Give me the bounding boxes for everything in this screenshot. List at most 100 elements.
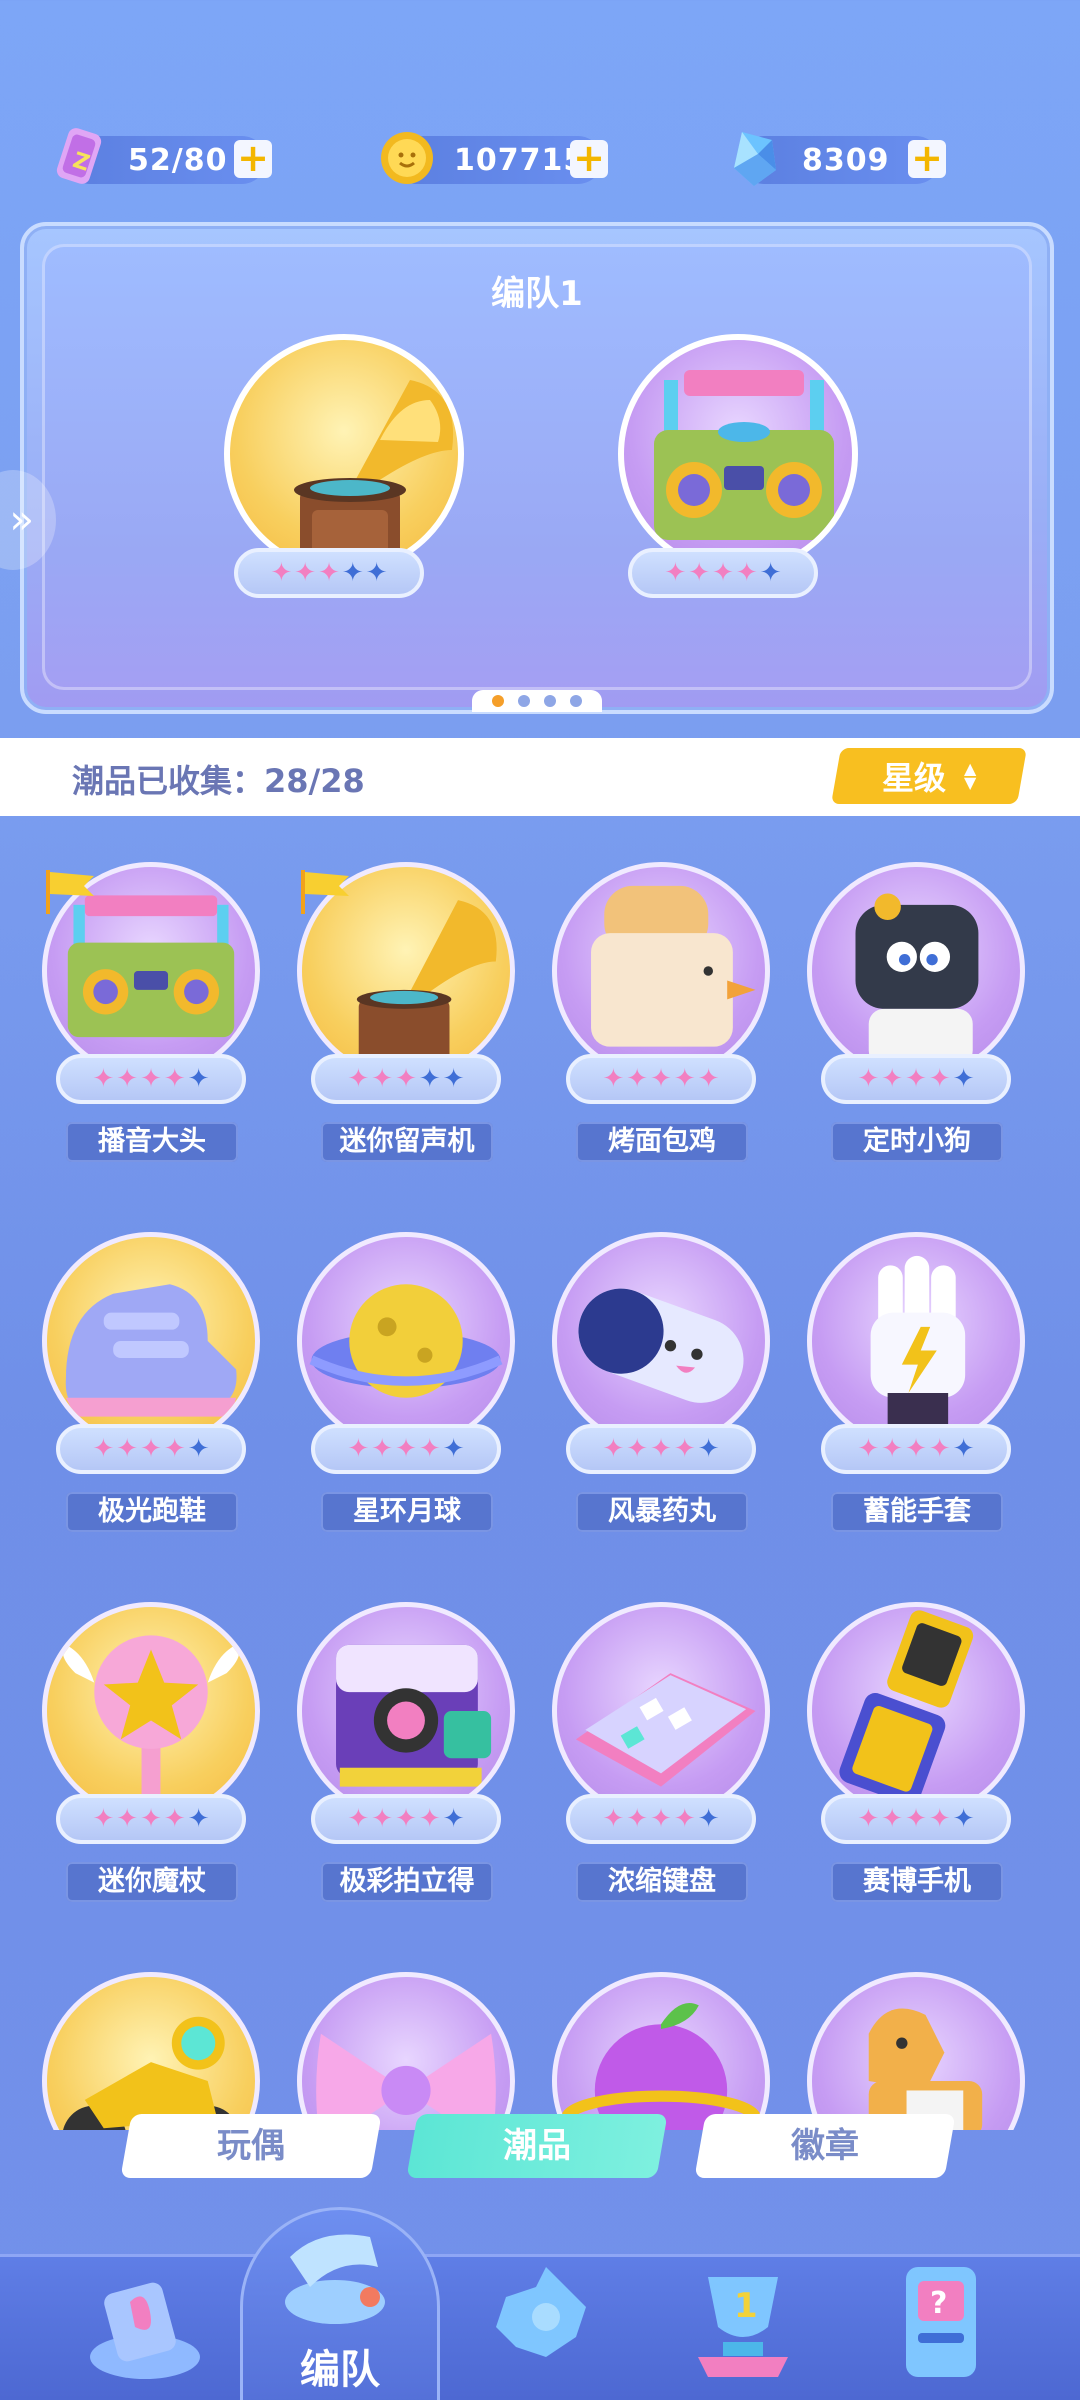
star-pink-icon: ✦: [881, 1804, 904, 1834]
item-stars: ✦ ✦ ✦ ✦ ✦: [821, 1424, 1011, 1474]
star-pink-icon: ✦: [650, 1064, 672, 1094]
tab-badges[interactable]: 徽章: [694, 2114, 956, 2178]
collection-item[interactable]: ✦ ✦ ✦ ✦ ✦ 烤面包鸡: [540, 856, 770, 1162]
star-pink-icon: ✦: [140, 1434, 162, 1464]
item-name: 播音大头: [66, 1122, 238, 1162]
collection-item[interactable]: ✦ ✦ ✦ ✦ ✦ 赛博手机: [795, 1596, 1025, 1902]
add-coins-button[interactable]: +: [570, 139, 608, 178]
collection-grid: ✦ ✦ ✦ ✦ ✦ 播音大头 ✦ ✦ ✦ ✦ ✦ 迷你留声机 ✦ ✦ ✦ ✦ ✦ 烤面包鸡 ✦ ✦ ✦ ✦ ✦ 定时小狗…: [0, 850, 1080, 2130]
gem-counter[interactable]: 8309 +: [734, 132, 946, 186]
item-stars: ✦ ✦ ✦ ✦ ✦: [566, 1794, 756, 1844]
item-stars: ✦ ✦ ✦ ✦ ✦: [56, 1424, 246, 1474]
collection-item[interactable]: ✦ ✦ ✦ ✦ ✦ 极光跑鞋: [30, 1226, 260, 1532]
star-pink-icon: ✦: [905, 1804, 927, 1834]
star-blue-icon: ✦: [187, 1434, 210, 1464]
star-pink-icon: ✦: [395, 1804, 417, 1834]
trophy-icon: 1: [698, 2277, 788, 2377]
star-pink-icon: ✦: [163, 1064, 186, 1094]
collection-item[interactable]: ✦ ✦ ✦ ✦ ✦ 星环月球: [285, 1226, 515, 1532]
star-pink-icon: ✦: [371, 1434, 394, 1464]
bottom-nav: 编队 1 ?: [0, 2207, 1080, 2400]
item-stars: ✦ ✦ ✦ ✦ ✦: [821, 1794, 1011, 1844]
star-pink-icon: ✦: [318, 558, 340, 588]
tab-dolls[interactable]: 玩偶: [120, 2114, 382, 2178]
star-blue-icon: ✦: [187, 1064, 210, 1094]
item-name: 风暴药丸: [576, 1492, 748, 1532]
star-pink-icon: ✦: [650, 1434, 672, 1464]
star-pink-icon: ✦: [347, 1804, 370, 1834]
nav-puzzle[interactable]: [466, 2247, 616, 2397]
item-name: 极彩拍立得: [321, 1862, 493, 1902]
nav-team[interactable]: [260, 2197, 410, 2347]
collection-item[interactable]: ✦ ✦ ✦ ✦ ✦ 蓄能手套: [795, 1226, 1025, 1532]
magic-wand-icon: [62, 1635, 240, 1806]
star-blue-icon: ✦: [759, 558, 782, 588]
gold-coin-icon: [381, 132, 433, 184]
collection-item[interactable]: ✦ ✦ ✦ ✦ ✦ 浓缩键盘: [540, 1596, 770, 1902]
star-pink-icon: ✦: [602, 1064, 625, 1094]
collection-item[interactable]: ✦ ✦ ✦ ✦ ✦ 迷你魔杖: [30, 1596, 260, 1902]
nav-active-label: 编队: [300, 2347, 380, 2393]
star-pink-icon: ✦: [928, 1064, 951, 1094]
tab-trendy-items[interactable]: 潮品: [406, 2114, 668, 2178]
star-pink-icon: ✦: [270, 558, 293, 588]
tab-badges-label: 徽章: [791, 2126, 859, 2166]
sort-label: 星级: [881, 759, 946, 797]
item-portrait: [42, 1602, 260, 1820]
item-name: 定时小狗: [831, 1122, 1003, 1162]
star-pink-icon: ✦: [928, 1434, 951, 1464]
star-pink-icon: ✦: [140, 1064, 162, 1094]
team-slot-2[interactable]: ✦ ✦ ✦ ✦ ✦: [618, 334, 858, 598]
star-pink-icon: ✦: [905, 1434, 927, 1464]
item-stars: ✦ ✦ ✦ ✦ ✦: [566, 1054, 756, 1104]
star-pink-icon: ✦: [116, 1064, 139, 1094]
boombox-icon: [654, 370, 834, 540]
new-flag-icon: [301, 870, 349, 914]
pager-dot[interactable]: [544, 695, 556, 707]
energy-counter[interactable]: Z 52/80 +: [56, 128, 272, 184]
collection-item[interactable]: ✦ ✦ ✦ ✦ ✦ 极彩拍立得: [285, 1596, 515, 1902]
add-energy-button[interactable]: +: [234, 139, 272, 178]
star-pink-icon: ✦: [92, 1804, 115, 1834]
pager-dot-active[interactable]: [492, 695, 504, 707]
star-pink-icon: ✦: [626, 1434, 649, 1464]
team-pager[interactable]: [472, 690, 602, 712]
team-slot-1[interactable]: ✦ ✦ ✦ ✦ ✦: [224, 334, 464, 598]
sort-button[interactable]: 星级 ▲ ▼: [831, 748, 1027, 804]
item-portrait: [297, 1232, 515, 1450]
coin-counter[interactable]: 107715 +: [381, 132, 608, 184]
star-pink-icon: ✦: [664, 558, 687, 588]
pager-dot[interactable]: [518, 695, 530, 707]
nav-ticket[interactable]: [70, 2247, 220, 2397]
star-pink-icon: ✦: [673, 1064, 696, 1094]
star-blue-icon: ✦: [442, 1804, 465, 1834]
collection-item[interactable]: ✦ ✦ ✦ ✦ ✦ 定时小狗: [795, 856, 1025, 1162]
star-pink-icon: ✦: [602, 1804, 625, 1834]
item-portrait: [807, 1232, 1025, 1450]
nav-mystery[interactable]: ?: [866, 2247, 1016, 2397]
star-pink-icon: ✦: [163, 1434, 186, 1464]
star-pink-icon: ✦: [697, 1064, 720, 1094]
star-pink-icon: ✦: [92, 1064, 115, 1094]
collection-item[interactable]: ✦ ✦ ✦ ✦ ✦ 迷你留声机: [285, 856, 515, 1162]
star-pink-icon: ✦: [735, 558, 758, 588]
pager-dot[interactable]: [570, 695, 582, 707]
item-name: 星环月球: [321, 1492, 493, 1532]
toaster-chicken-icon: [591, 885, 756, 1047]
nav-trophy[interactable]: 1: [668, 2247, 818, 2397]
add-gems-button[interactable]: +: [908, 139, 946, 178]
star-pink-icon: ✦: [673, 1804, 696, 1834]
collection-item[interactable]: ✦ ✦ ✦ ✦ ✦ 风暴药丸: [540, 1226, 770, 1532]
item-name: 烤面包鸡: [576, 1122, 748, 1162]
team-slot-2-portrait: [618, 334, 858, 574]
star-pink-icon: ✦: [371, 1804, 394, 1834]
storm-pill-icon: [578, 1288, 744, 1403]
item-name: 极光跑鞋: [66, 1492, 238, 1532]
ringed-moon-icon: [309, 1284, 503, 1398]
collection-item[interactable]: ✦ ✦ ✦ ✦ ✦ 播音大头: [30, 856, 260, 1162]
star-pink-icon: ✦: [626, 1804, 649, 1834]
energy-ticket-icon: Z: [56, 128, 102, 184]
star-pink-icon: ✦: [857, 1434, 880, 1464]
team-slot-1-stars: ✦ ✦ ✦ ✦ ✦: [234, 548, 424, 598]
instant-camera-icon: [336, 1644, 492, 1787]
